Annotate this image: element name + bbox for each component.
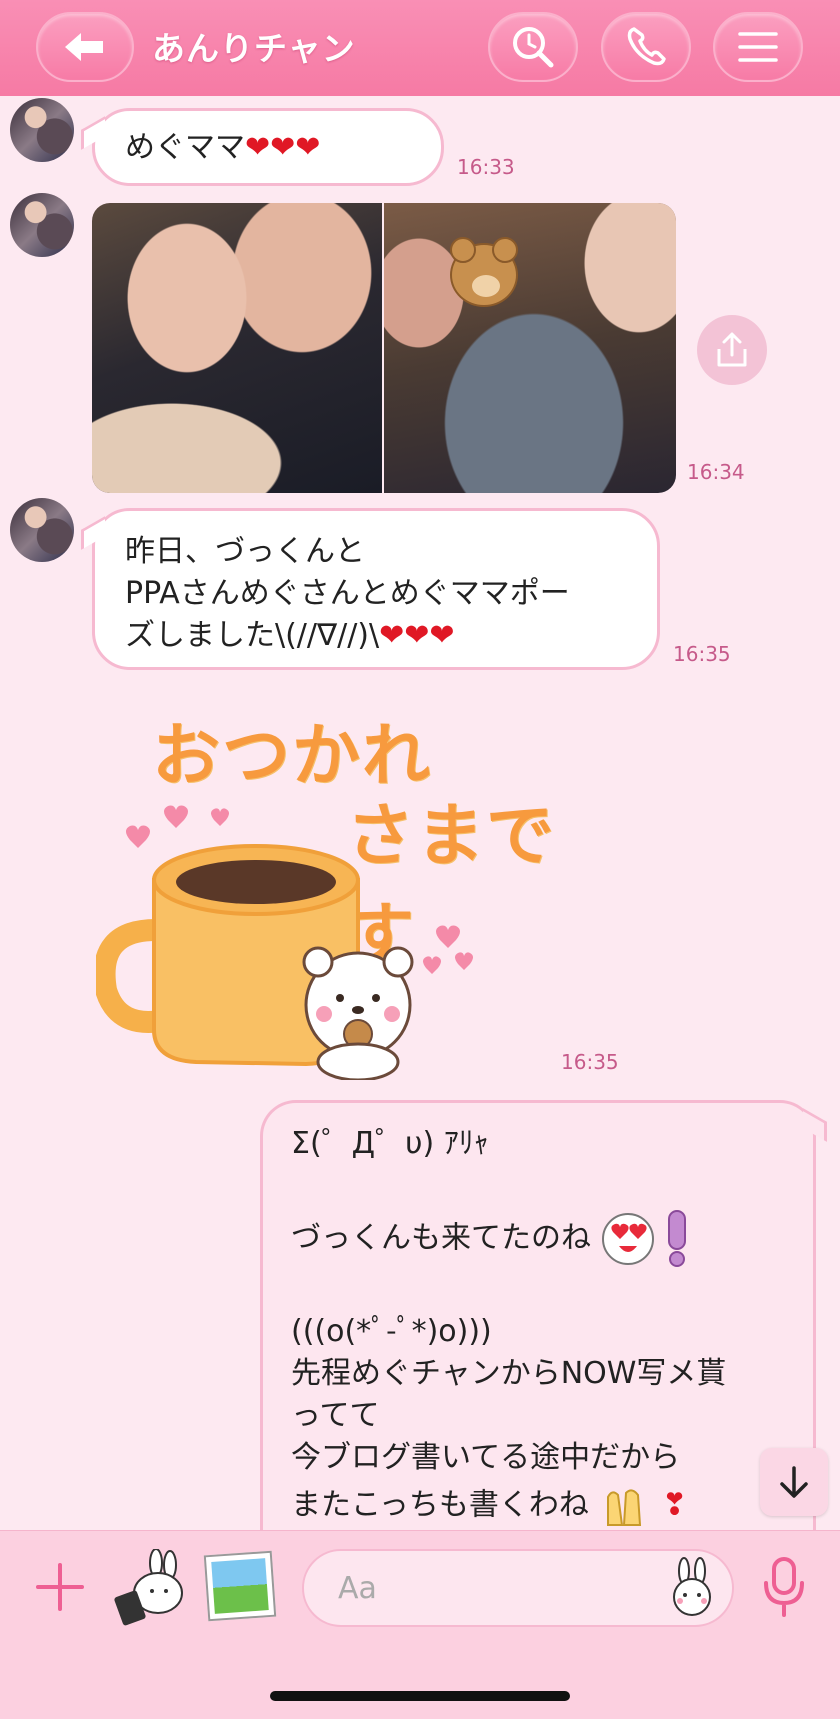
share-button[interactable] [697, 315, 767, 385]
share-icon [717, 332, 747, 367]
back-arrow-icon [65, 33, 103, 61]
rabbit-emoji-icon [673, 1557, 711, 1616]
photo-1[interactable] [92, 203, 382, 493]
search-button[interactable] [488, 12, 578, 82]
arrow-down-icon [780, 1466, 808, 1498]
photo-album[interactable] [92, 203, 676, 493]
coffee-bear-illustration [96, 805, 473, 1080]
message-text: めぐママ [125, 130, 245, 165]
message-line: (((o(*ﾟ-ﾟ*)o))) [291, 1314, 492, 1349]
menu-button[interactable] [713, 12, 803, 82]
bear-sticker-overlay [450, 237, 518, 307]
message-line: ってて [291, 1398, 380, 1433]
search-icon [513, 27, 554, 68]
chat-header: あんりチャン [0, 0, 840, 96]
add-button[interactable] [30, 1557, 90, 1617]
message-line: 先程めぐチャンからNOW写メ貰 [291, 1356, 727, 1391]
heart-emoji: ❤❤❤ [379, 618, 455, 653]
avatar[interactable] [10, 193, 74, 257]
timestamp: 16:33 [457, 155, 515, 179]
microphone-button[interactable] [758, 1555, 810, 1619]
sticker-otsukaresama[interactable]: おつかれ さまです [96, 700, 556, 1080]
menu-icon [738, 32, 778, 62]
message-line: づっくんも来てたのね [291, 1220, 591, 1256]
message-line: Σ(゜Д゜υ) ｱﾘｬ [291, 1126, 489, 1161]
back-button[interactable] [36, 12, 134, 82]
plus-icon [36, 1563, 84, 1611]
input-bar: Aa [0, 1530, 840, 1719]
home-indicator [270, 1691, 570, 1701]
scroll-to-bottom-button[interactable] [760, 1448, 828, 1516]
photo-2[interactable] [384, 203, 676, 493]
message-line: またこっちも書くわね [291, 1487, 589, 1523]
heart-eyes-emoji-icon [601, 1213, 654, 1265]
message-bubble: めぐママ❤❤❤ [81, 108, 444, 186]
avatar[interactable] [10, 98, 74, 162]
message-line: PPAさんめぐさんとめぐママポー [125, 576, 570, 611]
exclamation-icon [668, 1210, 687, 1267]
message-line: ズしました\(//∇//)\ [125, 618, 380, 653]
sticker-button[interactable] [112, 1548, 184, 1629]
emoji-button[interactable] [664, 1557, 720, 1617]
heart-exclamation-emoji: ❣ [662, 1487, 688, 1523]
photo-button[interactable] [203, 1550, 277, 1622]
rabbit-sticker-icon [114, 1548, 183, 1626]
microphone-icon [764, 1557, 804, 1617]
heart-emoji: ❤❤❤ [245, 130, 321, 165]
message-line: 昨日、づっくんと [125, 534, 365, 569]
photo-frame-icon [211, 1558, 269, 1614]
phone-icon [627, 27, 666, 66]
call-button[interactable] [601, 12, 691, 82]
timestamp: 16:35 [561, 1050, 619, 1074]
timestamp: 16:34 [687, 460, 745, 484]
message-bubble: 昨日、づっくんと PPAさんめぐさんとめぐママポー ズしました\(//∇//)\… [81, 508, 660, 670]
avatar[interactable] [10, 498, 74, 562]
clapping-hands-icon [607, 1489, 642, 1526]
timestamp: 16:35 [673, 642, 731, 666]
message-line: 今ブログ書いてる途中だから [291, 1440, 681, 1475]
chat-title: あんりチャン [152, 29, 356, 68]
